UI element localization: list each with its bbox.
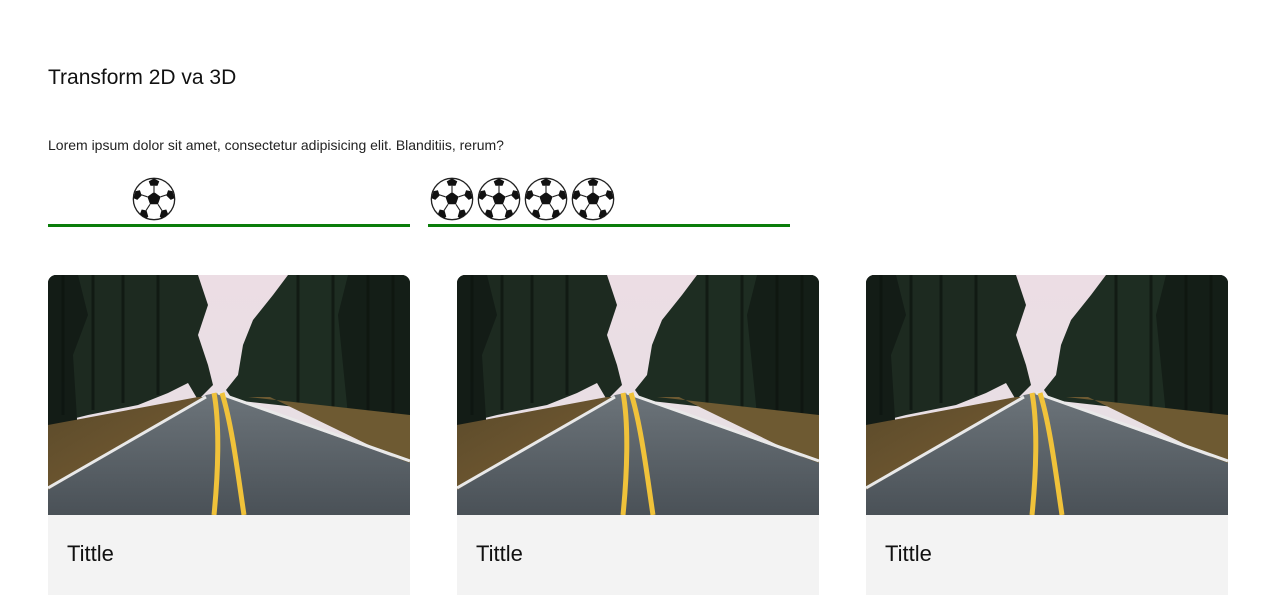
card-image	[48, 275, 410, 515]
soccer-ball-icon	[477, 177, 521, 221]
card[interactable]: Tittle	[48, 275, 410, 595]
page-title: Transform 2D va 3D	[48, 66, 237, 89]
card-image	[457, 275, 819, 515]
card-image	[866, 275, 1228, 515]
ball-track-1	[48, 176, 410, 227]
card[interactable]: Tittle	[866, 275, 1228, 595]
soccer-ball-icon	[524, 177, 568, 221]
soccer-ball-icon	[430, 177, 474, 221]
card[interactable]: Tittle	[457, 275, 819, 595]
soccer-ball-icon	[571, 177, 615, 221]
card-title: Tittle	[885, 541, 932, 566]
card-title: Tittle	[476, 541, 523, 566]
ball-track-2	[428, 176, 790, 227]
soccer-ball-icon	[132, 177, 176, 221]
page-description: Lorem ipsum dolor sit amet, consectetur …	[48, 137, 504, 153]
card-title: Tittle	[67, 541, 114, 566]
